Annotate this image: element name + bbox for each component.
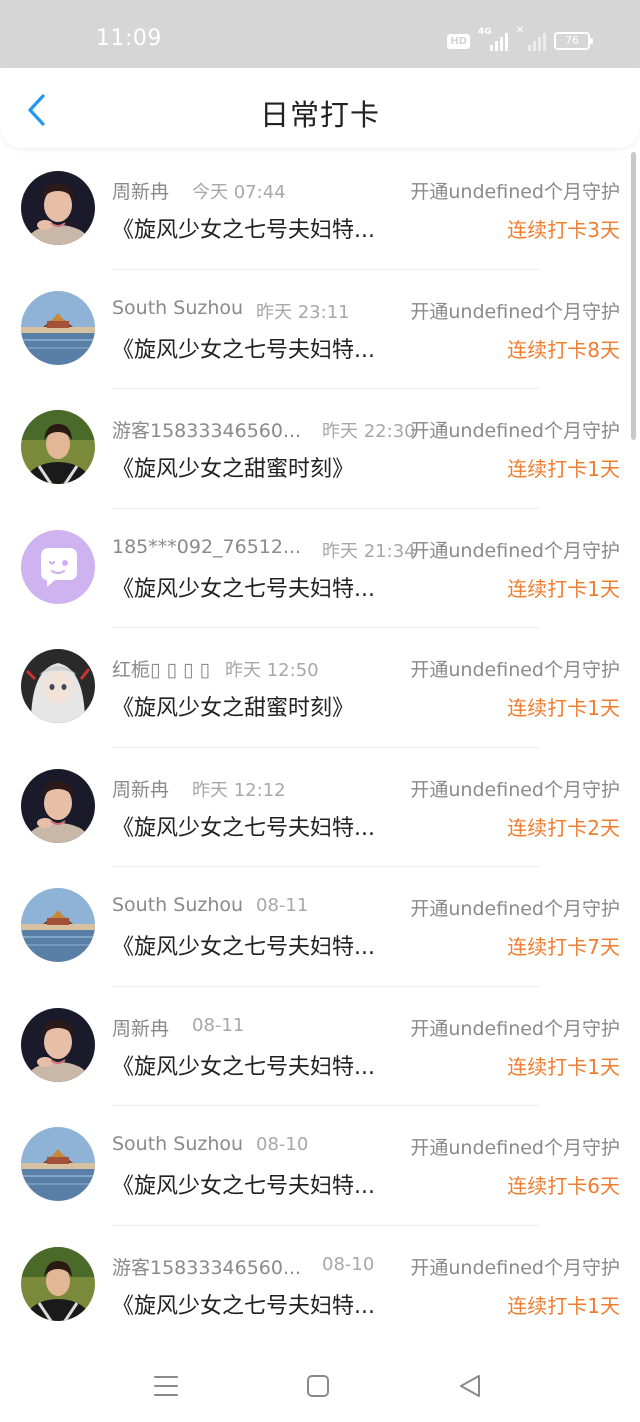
checkin-time: 08-10 [322, 1253, 375, 1275]
checkin-row[interactable]: 红栀▯ ▯ ▯ ▯ 昨天 12:50 开通undefined个月守护 《旋风少女… [0, 628, 640, 748]
book-title: 《旋风少女之七号夫妇特... [112, 1293, 375, 1319]
cellular-signal-icon: 4G [478, 27, 508, 51]
menu-button[interactable] [148, 1368, 184, 1404]
avatar[interactable] [21, 768, 95, 843]
avatar[interactable] [21, 290, 95, 365]
book-title: 《旋风少女之七号夫妇特... [112, 935, 375, 960]
checkin-row[interactable]: 游客15833346560... 08-10 开通undefined个月守护 《… [0, 1226, 640, 1345]
avatar[interactable] [21, 529, 95, 604]
guard-status: 开通undefined个月守护 [410, 181, 620, 203]
guard-status: 开通undefined个月守护 [410, 420, 620, 442]
avatar[interactable] [21, 888, 95, 962]
guard-status: 开通undefined个月守护 [410, 898, 620, 920]
guard-status: 开通undefined个月守护 [410, 1137, 620, 1159]
streak-count: 连续打卡1天 [507, 576, 620, 601]
user-name[interactable]: 红栀▯ ▯ ▯ ▯ [112, 655, 210, 682]
guard-status: 开通undefined个月守护 [410, 1017, 620, 1040]
status-bar: 11:09 HD 4G ✕ 76 [0, 0, 640, 68]
checkin-time: 08-11 [192, 1014, 245, 1036]
book-title: 《旋风少女之七号夫妇特... [112, 576, 375, 602]
streak-count: 连续打卡1天 [507, 1293, 620, 1318]
checkin-row[interactable]: 185***092_76512... 昨天 21:34 开通undefined个… [0, 509, 640, 628]
menu-icon [154, 1376, 178, 1396]
checkin-time: 昨天 12:12 [192, 779, 286, 801]
user-name[interactable]: 游客15833346560... [112, 416, 301, 443]
checkin-time: 昨天 12:50 [225, 660, 319, 681]
book-title: 《旋风少女之甜蜜时刻》 [112, 696, 355, 721]
avatar[interactable] [21, 1007, 95, 1082]
hd-icon: HD [447, 33, 470, 49]
book-title: 《旋风少女之七号夫妇特... [112, 218, 375, 243]
streak-count: 连续打卡3天 [507, 218, 620, 242]
avatar[interactable] [21, 410, 95, 484]
scrollbar[interactable] [631, 152, 636, 440]
streak-count: 连续打卡7天 [507, 935, 620, 959]
avatar[interactable] [21, 1127, 95, 1201]
checkin-time: 08-10 [256, 1134, 309, 1155]
checkin-row[interactable]: South Suzhou 08-11 开通undefined个月守护 《旋风少女… [0, 867, 640, 987]
book-title: 《旋风少女之七号夫妇特... [112, 815, 375, 841]
avatar[interactable] [21, 1246, 95, 1321]
home-button[interactable] [300, 1368, 336, 1404]
system-nav-bar [0, 1344, 640, 1422]
checkin-time: 昨天 21:34 [322, 540, 416, 562]
user-name[interactable]: 游客15833346560... [112, 1253, 301, 1280]
avatar[interactable] [21, 171, 95, 245]
second-sim-signal-icon: ✕ [516, 25, 546, 51]
status-icons: HD 4G ✕ 76 [447, 25, 593, 52]
checkin-row[interactable]: 周新冉 08-11 开通undefined个月守护 《旋风少女之七号夫妇特...… [0, 987, 640, 1106]
checkin-row[interactable]: 周新冉 昨天 12:12 开通undefined个月守护 《旋风少女之七号夫妇特… [0, 748, 640, 867]
book-title: 《旋风少女之七号夫妇特... [112, 337, 375, 363]
guard-status: 开通undefined个月守护 [410, 300, 620, 323]
guard-status: 开通undefined个月守护 [410, 778, 620, 801]
checkin-list: 周新冉 今天 07:44 开通undefined个月守护 《旋风少女之七号夫妇特… [0, 150, 640, 1345]
streak-count: 连续打卡1天 [507, 696, 620, 720]
checkin-time: 08-11 [256, 895, 309, 916]
checkin-row[interactable]: 周新冉 今天 07:44 开通undefined个月守护 《旋风少女之七号夫妇特… [0, 150, 640, 270]
book-title: 《旋风少女之七号夫妇特... [112, 1054, 375, 1080]
streak-count: 连续打卡1天 [507, 457, 620, 481]
page-title: 日常打卡 [259, 98, 380, 132]
user-name[interactable]: South Suzhou [112, 1133, 243, 1155]
avatar[interactable] [21, 649, 95, 723]
streak-count: 连续打卡8天 [507, 337, 620, 362]
user-name[interactable]: 185***092_76512... [112, 536, 301, 558]
battery-icon: 76 [554, 32, 593, 50]
user-name[interactable]: 周新冉 [112, 775, 169, 802]
checkin-row[interactable]: South Suzhou 昨天 23:11 开通undefined个月守护 《旋… [0, 270, 640, 389]
book-title: 《旋风少女之甜蜜时刻》 [112, 457, 355, 482]
user-name[interactable]: South Suzhou [112, 297, 243, 319]
checkin-time: 昨天 23:11 [256, 301, 350, 323]
checkin-time: 今天 07:44 [192, 182, 286, 203]
streak-count: 连续打卡2天 [507, 815, 620, 840]
book-title: 《旋风少女之七号夫妇特... [112, 1174, 375, 1199]
user-name[interactable]: South Suzhou [112, 894, 243, 916]
checkin-row[interactable]: 游客15833346560... 昨天 22:30 开通undefined个月守… [0, 389, 640, 509]
user-name[interactable]: 周新冉 [112, 177, 169, 204]
status-time: 11:09 [96, 26, 162, 51]
guard-status: 开通undefined个月守护 [410, 1256, 620, 1279]
home-square-icon [307, 1375, 329, 1397]
guard-status: 开通undefined个月守护 [410, 659, 620, 681]
back-triangle-icon [460, 1375, 480, 1397]
checkin-time: 昨天 22:30 [322, 421, 416, 442]
guard-status: 开通undefined个月守护 [410, 539, 620, 562]
streak-count: 连续打卡6天 [507, 1174, 620, 1198]
checkin-row[interactable]: South Suzhou 08-10 开通undefined个月守护 《旋风少女… [0, 1106, 640, 1226]
app-header: 日常打卡 [0, 68, 640, 148]
user-name[interactable]: 周新冉 [112, 1014, 169, 1041]
system-back-button[interactable] [452, 1368, 488, 1404]
streak-count: 连续打卡1天 [507, 1054, 620, 1079]
